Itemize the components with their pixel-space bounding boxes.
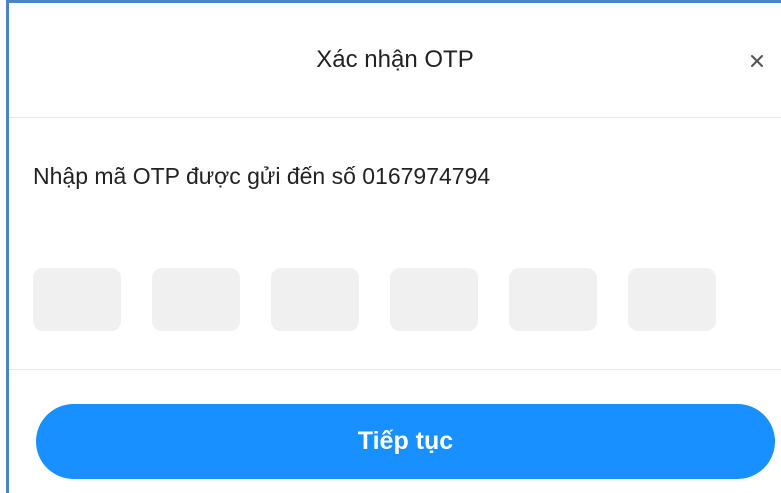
otp-digit-5[interactable] — [509, 268, 597, 331]
footer-divider — [9, 369, 781, 370]
continue-button[interactable]: Tiếp tục — [36, 404, 775, 479]
otp-digit-4[interactable] — [390, 268, 478, 331]
close-button[interactable] — [745, 49, 769, 73]
dialog-title: Xác nhận OTP — [316, 46, 474, 73]
otp-input-row — [33, 268, 716, 331]
otp-instruction: Nhập mã OTP được gửi đến số 0167974794 — [33, 163, 491, 189]
otp-digit-3[interactable] — [271, 268, 359, 331]
otp-digit-2[interactable] — [152, 268, 240, 331]
otp-digit-6[interactable] — [628, 268, 716, 331]
dialog-header: Xác nhận OTP — [9, 3, 781, 118]
otp-digit-1[interactable] — [33, 268, 121, 331]
otp-dialog: Xác nhận OTP Nhập mã OTP được gửi đến số… — [6, 0, 781, 493]
close-icon — [751, 55, 763, 67]
